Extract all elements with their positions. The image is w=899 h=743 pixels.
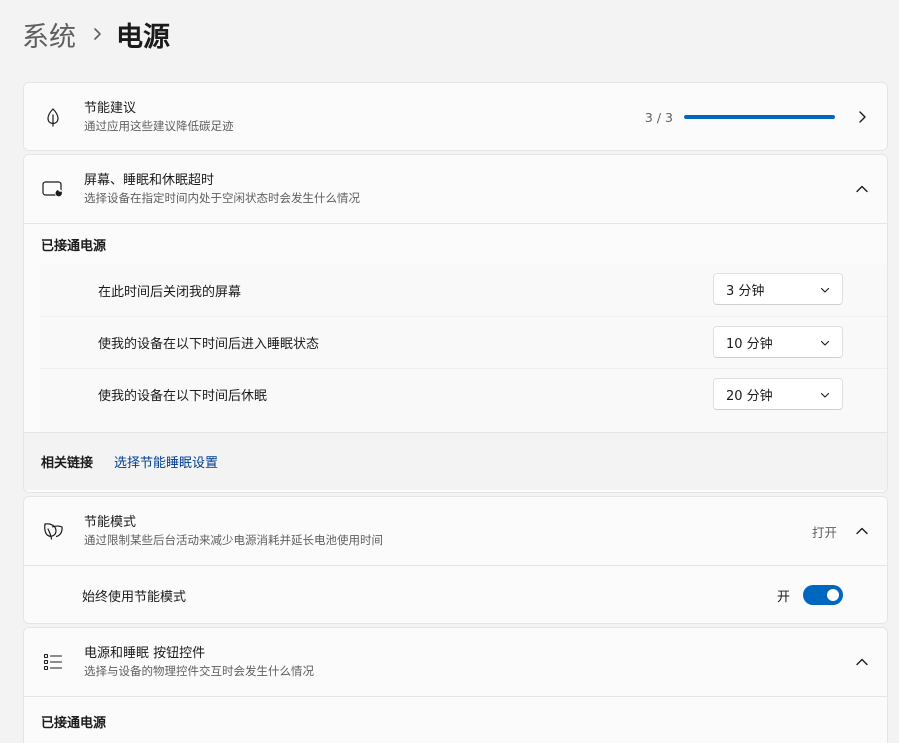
chevron-up-icon[interactable] (855, 655, 869, 669)
energy-saver-card: 节能模式 通过限制某些后台活动来减少电源消耗并延长电池使用时间 打开 始终使用节… (23, 496, 888, 624)
power-buttons-header[interactable]: 电源和睡眠 按钮控件 选择与设备的物理控件交互时会发生什么情况 (24, 628, 887, 696)
screen-sleep-card: 屏幕、睡眠和休眠超时 选择设备在指定时间内处于空闲状态时会发生什么情况 已接通电… (23, 154, 888, 493)
screen-sleep-title: 屏幕、睡眠和休眠超时 (84, 173, 215, 188)
screen-sleep-subtitle: 选择设备在指定时间内处于空闲状态时会发生什么情况 (84, 191, 360, 205)
power-buttons-title: 电源和睡眠 按钮控件 (84, 646, 206, 661)
hibernate-value: 20 分钟 (726, 388, 773, 404)
energy-recommendations-title: 节能建议 (84, 101, 137, 116)
breadcrumb-parent[interactable]: 系统 (22, 15, 76, 54)
power-buttons-subtitle: 选择与设备的物理控件交互时会发生什么情况 (84, 664, 314, 678)
chevron-right-icon[interactable] (855, 110, 869, 124)
hibernate-dropdown[interactable]: 20 分钟 (713, 378, 843, 410)
plugged-in-section-label: 已接通电源 (41, 238, 107, 254)
always-energy-saver-row: 始终使用节能模式 开 (24, 566, 887, 623)
related-links-row: 相关链接 选择节能睡眠设置 (24, 432, 887, 490)
energy-saver-subtitle: 通过限制某些后台活动来减少电源消耗并延长电池使用时间 (84, 533, 383, 547)
energy-saver-toggle[interactable] (803, 585, 843, 605)
chevron-down-icon (820, 284, 830, 299)
screen-off-value: 3 分钟 (726, 283, 765, 299)
power-buttons-card: 电源和睡眠 按钮控件 选择与设备的物理控件交互时会发生什么情况 已接通电源 (23, 627, 888, 743)
progress-bar-fill (684, 115, 835, 119)
chevron-up-icon[interactable] (855, 524, 869, 538)
power-buttons-section-label: 已接通电源 (41, 715, 107, 731)
leaf-icon (42, 106, 64, 128)
sub-rows-bottom-pad (40, 420, 887, 432)
chevron-down-icon (820, 389, 830, 404)
energy-saver-header[interactable]: 节能模式 通过限制某些后台活动来减少电源消耗并延长电池使用时间 打开 (24, 497, 887, 565)
sleep-label: 使我的设备在以下时间后进入睡眠状态 (98, 337, 320, 352)
chevron-right-icon (92, 27, 102, 41)
sleep-dropdown[interactable]: 10 分钟 (713, 326, 843, 358)
related-links-label: 相关链接 (41, 456, 94, 471)
energy-saver-title: 节能模式 (84, 515, 137, 530)
screen-sleep-header[interactable]: 屏幕、睡眠和休眠超时 选择设备在指定时间内处于空闲状态时会发生什么情况 (24, 155, 887, 223)
hibernate-label: 使我的设备在以下时间后休眠 (98, 389, 268, 404)
list-settings-icon (42, 651, 64, 673)
always-energy-saver-label: 始终使用节能模式 (82, 589, 187, 605)
settings-page: 系统 电源 节能建议 通过应用这些建议降低碳足迹 3 / 3 屏幕、睡眠和休眠超… (0, 0, 899, 743)
sleep-value: 10 分钟 (726, 336, 773, 352)
toggle-knob (827, 589, 839, 601)
chevron-down-icon (820, 337, 830, 352)
progress-text: 3 / 3 (644, 109, 673, 125)
breadcrumb: 系统 电源 (22, 14, 170, 54)
energy-recommendations-card[interactable]: 节能建议 通过应用这些建议降低碳足迹 3 / 3 (23, 82, 888, 151)
energy-recommendations-header[interactable]: 节能建议 通过应用这些建议降低碳足迹 3 / 3 (24, 83, 887, 150)
energy-saver-status: 打开 (811, 524, 837, 540)
toggle-state-text: 开 (776, 589, 790, 605)
screen-off-label: 在此时间后关闭我的屏幕 (98, 284, 242, 300)
screen-off-dropdown[interactable]: 3 分钟 (713, 273, 843, 305)
sleep-row: 使我的设备在以下时间后进入睡眠状态 10 分钟 (40, 316, 887, 368)
screen-sleep-icon (42, 178, 64, 200)
progress-bar (684, 115, 835, 119)
page-title: 电源 (116, 21, 170, 53)
screen-off-row: 在此时间后关闭我的屏幕 3 分钟 (40, 264, 887, 316)
chevron-up-icon[interactable] (855, 182, 869, 196)
energy-recommendations-subtitle: 通过应用这些建议降低碳足迹 (84, 119, 234, 133)
energy-saver-icon (42, 520, 64, 542)
hibernate-row: 使我的设备在以下时间后休眠 20 分钟 (40, 368, 887, 420)
energy-sleep-settings-link[interactable]: 选择节能睡眠设置 (114, 452, 218, 471)
